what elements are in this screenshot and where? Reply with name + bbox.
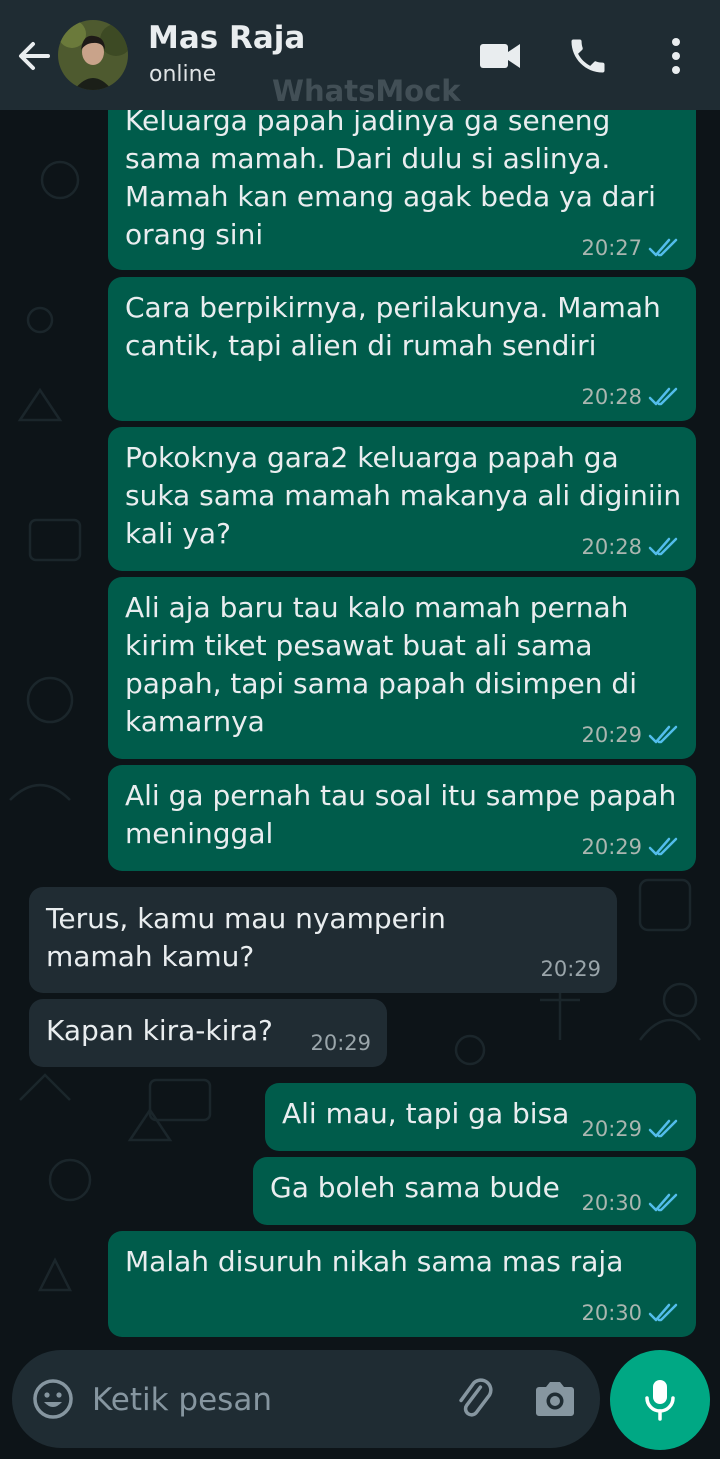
camera-button[interactable] [532,1378,578,1420]
message-time: 20:30 [581,1301,642,1325]
message-bubble-incoming[interactable]: Terus, kamu mau nyamperin mamah kamu? 20… [29,887,617,993]
message-time: 20:27 [581,236,642,260]
message-bubble-outgoing[interactable]: Pokoknya gara2 keluarga papah ga suka sa… [108,427,696,571]
contact-avatar[interactable] [58,20,128,90]
message-text: Cara berpikirnya, perilakunya. Mamah can… [125,291,670,362]
message-meta: 20:27 [581,236,680,260]
message-meta: 20:29 [581,1117,680,1141]
read-ticks-icon [648,1303,678,1322]
camera-icon [536,1382,574,1416]
phone-icon [571,39,605,73]
read-ticks-icon [648,537,678,556]
read-ticks-icon [648,837,678,856]
message-bubble-outgoing[interactable]: Ali aja baru tau kalo mamah pernah kirim… [108,577,696,759]
video-call-button[interactable] [478,38,524,74]
attach-button[interactable] [452,1376,498,1422]
message-time: 20:29 [581,835,642,859]
message-bubble-outgoing[interactable]: Cara berpikirnya, perilakunya. Mamah can… [108,277,696,421]
message-input[interactable] [90,1370,434,1430]
read-ticks-icon [648,725,678,744]
message-text: Keluarga papah jadinya ga seneng sama ma… [125,104,665,251]
message-time: 20:28 [581,535,642,559]
message-meta: 20:30 [581,1301,680,1325]
read-ticks-icon [648,1193,678,1212]
message-time: 20:28 [581,385,642,409]
paperclip-icon [459,1378,493,1417]
message-time: 20:30 [581,1191,642,1215]
message-bubble-outgoing[interactable]: Keluarga papah jadinya ga seneng sama ma… [108,92,696,270]
message-meta: 20:29 [540,957,601,981]
message-meta: 20:29 [581,723,680,747]
message-bubble-outgoing[interactable]: Ga boleh sama bude 20:30 [253,1157,696,1225]
message-text: Terus, kamu mau nyamperin mamah kamu? [46,902,455,973]
message-meta: 20:29 [581,835,680,859]
message-composer [12,1350,600,1448]
watermark: WhatsMock [272,74,461,108]
emoji-button[interactable] [32,1378,74,1420]
contact-name[interactable]: Mas Raja [148,20,305,56]
message-bubble-outgoing[interactable]: Ali mau, tapi ga bisa 20:29 [265,1083,696,1151]
read-ticks-icon [648,1119,678,1138]
microphone-icon [645,1380,675,1421]
message-meta: 20:28 [581,385,680,409]
video-camera-icon [480,44,520,68]
read-ticks-icon [648,387,678,406]
message-time: 20:29 [540,957,601,981]
message-time: 20:29 [581,723,642,747]
smiley-icon [33,1379,73,1419]
contact-status: online [149,62,217,87]
arrow-left-icon [19,42,50,70]
message-text: Malah disuruh nikah sama mas raja [125,1245,624,1278]
back-button[interactable] [14,36,54,76]
message-bubble-outgoing[interactable]: Ali ga pernah tau soal itu sampe papah m… [108,765,696,871]
more-vertical-icon [672,38,680,74]
avatar-photo [58,20,128,90]
message-text: Ali aja baru tau kalo mamah pernah kirim… [125,591,646,738]
message-bubble-incoming[interactable]: Kapan kira-kira? 20:29 [29,999,387,1067]
message-meta: 20:30 [581,1191,680,1215]
message-meta: 20:28 [581,535,680,559]
message-bubble-outgoing[interactable]: Malah disuruh nikah sama mas raja 20:30 [108,1231,696,1337]
more-options-button[interactable] [662,36,690,76]
read-ticks-icon [648,238,678,257]
message-time: 20:29 [310,1031,371,1055]
voice-message-button[interactable] [610,1350,710,1450]
message-meta: 20:29 [310,1031,371,1055]
voice-call-button[interactable] [566,34,610,78]
message-time: 20:29 [581,1117,642,1141]
